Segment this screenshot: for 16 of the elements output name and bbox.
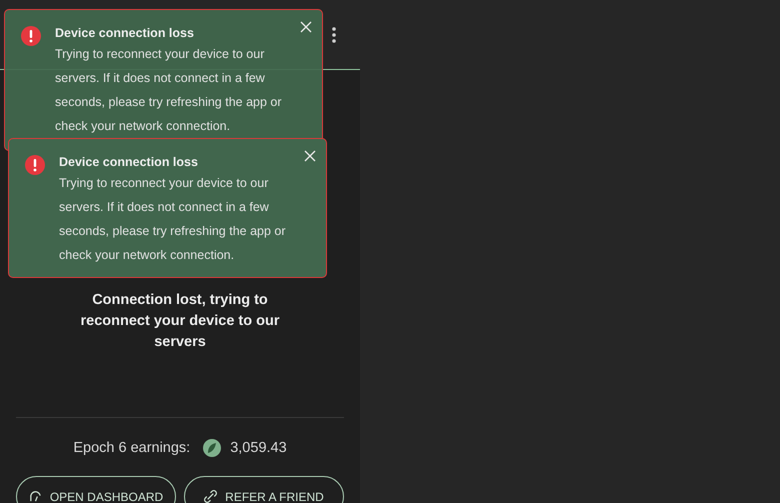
earnings-value: 3,059.43 [230,440,287,456]
close-icon[interactable] [302,148,318,164]
coin-icon [202,438,222,458]
open-dashboard-button[interactable]: OPEN DASHBOARD [16,476,176,503]
status-message: Connection lost, trying to reconnect your device to our servers [79,291,281,352]
refer-friend-button[interactable]: REFER A FRIEND [184,476,344,503]
toast-title: Device connection loss [55,25,194,42]
toast-title: Device connection loss [59,154,198,171]
gauge-icon [28,490,42,503]
earnings-label: Epoch 6 earnings: [73,440,190,456]
error-icon [21,26,41,46]
error-icon [25,155,45,175]
link-icon [204,490,218,503]
toast-message: Trying to reconnect your device to our servers. If it does not connect in a few seconds, please try refreshing the app or check your network connection. [55,46,283,135]
close-icon[interactable] [298,19,314,35]
toast-message: Trying to reconnect your device to our servers. If it does not connect in a few seconds, please try refreshing the app or check your network connection. [59,175,287,264]
